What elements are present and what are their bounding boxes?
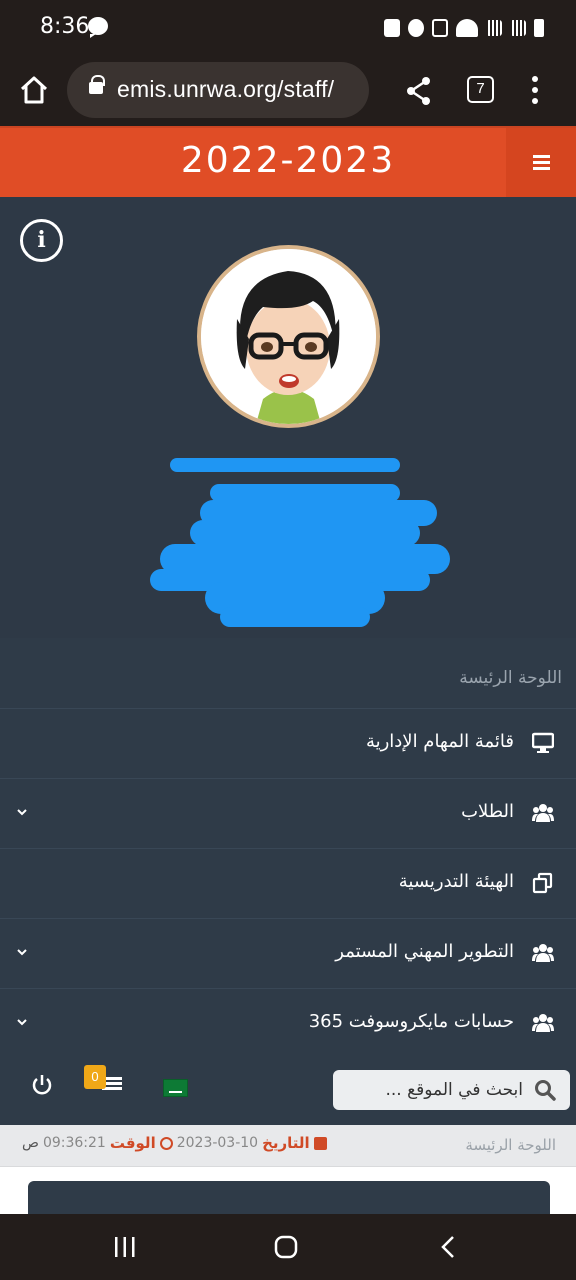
hamburger-line-icon [533,161,550,164]
search-icon[interactable] [534,1079,556,1101]
avatar [197,245,380,428]
browser-menu-button[interactable] [532,76,540,106]
saudi-flag-language-icon[interactable] [163,1079,188,1097]
breadcrumb: اللوحة الرئيسة التاريخ 2023-03-10 الوقت … [0,1125,576,1167]
users-icon [532,1012,554,1034]
hamburger-menu-button[interactable] [506,128,576,197]
share-icon [407,77,430,105]
time-label: الوقت [109,1134,156,1152]
recent-apps-icon[interactable] [113,1234,137,1260]
copy-icon [532,872,554,894]
time-value: 09:36:21 [42,1135,106,1151]
nav-item-label: قائمة المهام الإدارية [365,731,514,752]
chevron-down-icon[interactable] [16,1013,28,1026]
system-navigation-bar [0,1214,576,1280]
date-label: التاريخ [262,1134,310,1152]
address-bar[interactable]: emis.unrwa.org/staff/ [67,62,369,118]
profile-panel: i [0,197,576,638]
nav-item-label: التطوير المهني المستمر [335,941,514,962]
calendar-icon [313,1136,327,1150]
dot-icon [532,87,538,93]
lock-icon [89,75,105,94]
nav-item-label: الهيئة التدريسية [398,871,514,892]
search-box [333,1070,570,1110]
chevron-down-icon[interactable] [16,803,28,816]
wifi-icon [456,19,478,37]
notification-badge: 0 [84,1065,106,1089]
nav-item-admin-tasks[interactable]: قائمة المهام الإدارية [0,708,576,778]
avatar-illustration-icon [201,249,376,424]
status-icons [384,16,544,40]
redaction-mark [190,520,420,546]
nav-item-students[interactable]: الطلاب [0,778,576,848]
battery-icon [534,19,544,37]
signal-2-icon [510,20,526,36]
mute-icon [432,19,448,37]
url-text: emis.unrwa.org/staff/ [117,76,335,102]
date-value: 2023-03-10 [176,1135,259,1151]
browser-toolbar: emis.unrwa.org/staff/ 7 [0,56,576,126]
sidebar-nav: اللوحة الرئيسة قائمة المهام الإدارية الط… [0,638,576,1050]
users-icon [532,942,554,964]
clock-icon [159,1136,173,1150]
breadcrumb-home[interactable]: اللوحة الرئيسة [465,1136,556,1154]
redaction-mark [170,458,400,472]
nav-item-microsoft-accounts[interactable]: حسابات مايكروسوفت 365 [0,988,576,1058]
nav-section-title: اللوحة الرئيسة [459,668,562,688]
home-nav-icon[interactable] [273,1234,299,1260]
nav-item-label: حسابات مايكروسوفت 365 [308,1011,514,1032]
status-time: 8:36 [40,14,90,39]
tabs-count-button[interactable]: 7 [467,76,494,103]
hamburger-line-icon [533,167,550,170]
home-icon [20,76,48,104]
redaction-mark [220,607,370,627]
nav-item-label: الطلاب [461,801,514,822]
nav-item-teaching-staff[interactable]: الهيئة التدريسية [0,848,576,918]
status-bar: 8:36 [0,0,576,56]
chat-notification-icon [88,17,108,38]
share-button[interactable] [402,74,436,108]
ampm-value: ص [22,1135,39,1151]
power-icon [32,1075,52,1095]
logout-button[interactable] [30,1073,54,1097]
main-content [0,1167,576,1221]
dot-icon [532,76,538,82]
search-input[interactable] [343,1070,523,1110]
notifications-button[interactable]: 0 [84,1065,124,1097]
alarm-icon [408,19,424,37]
users-icon [532,802,554,824]
back-icon[interactable] [438,1234,458,1260]
nav-item-professional-development[interactable]: التطوير المهني المستمر [0,918,576,988]
app-header: 2022-2023 [0,126,576,197]
tool-bar: 0 [0,1050,576,1125]
hamburger-line-icon [533,155,550,158]
date-time-info: التاريخ 2023-03-10 الوقت 09:36:21 ص [22,1134,327,1152]
chevron-down-icon[interactable] [16,943,28,956]
signal-icon [486,20,502,36]
dot-icon [532,98,538,104]
info-button[interactable]: i [20,219,63,262]
browser-home-button[interactable] [18,74,50,106]
desktop-icon [531,732,555,754]
page-title: 2022-2023 [180,140,396,181]
app-notification-icon [384,19,400,37]
